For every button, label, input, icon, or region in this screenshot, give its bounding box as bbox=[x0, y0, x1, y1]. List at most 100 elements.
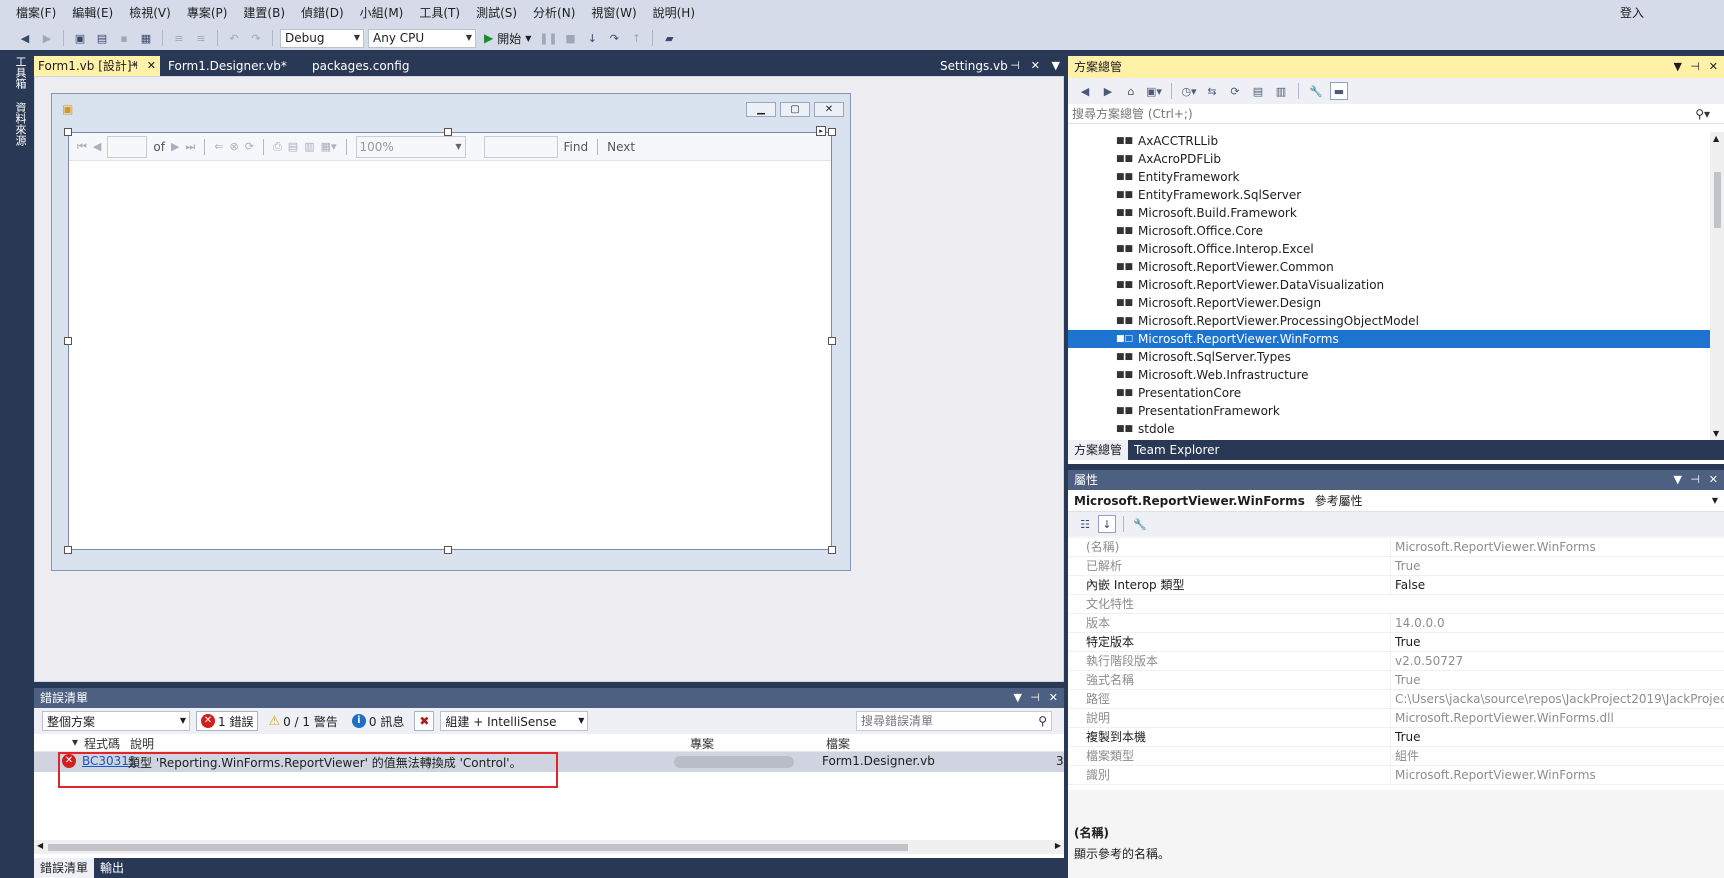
property-row[interactable]: 特定版本 True bbox=[1068, 633, 1724, 652]
filter-toggle-button[interactable]: ✖ bbox=[414, 711, 435, 731]
horizontal-scrollbar[interactable]: ◀ ▶ bbox=[34, 840, 1064, 854]
chevron-down-icon[interactable]: ▼ bbox=[1674, 470, 1682, 490]
find-text-input[interactable] bbox=[483, 135, 558, 158]
property-row[interactable]: 文化特性 bbox=[1068, 595, 1724, 614]
chevron-down-icon[interactable]: ▼ bbox=[1052, 56, 1060, 76]
tree-item[interactable]: ■■ EntityFramework.SqlServer bbox=[1068, 186, 1710, 204]
uncomment-icon[interactable]: ≡ bbox=[192, 29, 210, 47]
menu-edit[interactable]: 編輯(E) bbox=[64, 0, 121, 26]
resize-handle[interactable] bbox=[64, 546, 72, 554]
scroll-right-icon[interactable]: ▶ bbox=[1055, 841, 1061, 850]
build-filter-select[interactable]: 組建 + IntelliSense ▼ bbox=[440, 711, 589, 731]
next-page-icon[interactable]: ▶ bbox=[171, 140, 179, 153]
menu-project[interactable]: 專案(P) bbox=[179, 0, 236, 26]
tab-settings-vb[interactable]: Settings.vb ⊣ ✕ ▼ bbox=[936, 56, 1064, 76]
menu-file[interactable]: 檔案(F) bbox=[8, 0, 64, 26]
tree-item[interactable]: ■■ PresentationCore bbox=[1068, 384, 1710, 402]
wrench-icon[interactable]: 🔧 bbox=[1307, 82, 1325, 100]
error-search-input[interactable]: 搜尋錯誤清單 ⚲ bbox=[856, 711, 1052, 731]
tree-item[interactable]: ■■ Microsoft.ReportViewer.DataVisualizati… bbox=[1068, 276, 1710, 294]
next-link[interactable]: Next bbox=[607, 140, 635, 154]
tab-solution-explorer[interactable]: 方案總管 bbox=[1068, 440, 1129, 460]
back-icon[interactable]: ⇐ bbox=[214, 140, 223, 153]
warnings-filter-button[interactable]: ⚠ 0 / 1 警告 bbox=[264, 711, 341, 731]
column-file[interactable]: 檔案 bbox=[826, 735, 850, 752]
report-viewer-control[interactable]: ⏮ ◀ of ▶ ⏭ ⇐ ⊗ ⟳ ⎙ ▤ ▥ ▦▾ 100% ▼ Find Ne… bbox=[68, 132, 832, 550]
tree-item[interactable]: ■■ Microsoft.Office.Core bbox=[1068, 222, 1710, 240]
tree-item-selected[interactable]: ■□ Microsoft.ReportViewer.WinForms bbox=[1068, 330, 1710, 348]
toolbox-tab[interactable]: 工具箱 bbox=[10, 56, 28, 89]
menu-build[interactable]: 建置(B) bbox=[235, 0, 293, 26]
forward-icon[interactable]: ▶ bbox=[38, 29, 56, 47]
collapse-all-icon[interactable]: ▤ bbox=[1249, 82, 1267, 100]
tree-item[interactable]: ■■ Microsoft.SqlServer.Types bbox=[1068, 348, 1710, 366]
tree-item[interactable]: ■■ Microsoft.Web.Infrastructure bbox=[1068, 366, 1710, 384]
last-page-icon[interactable]: ⏭ bbox=[185, 140, 195, 154]
previous-page-icon[interactable]: ◀ bbox=[93, 140, 101, 153]
pin-icon[interactable]: ⊣ bbox=[1030, 688, 1040, 708]
comment-icon[interactable]: ≡ bbox=[170, 29, 188, 47]
back-icon[interactable]: ◀ bbox=[16, 29, 34, 47]
tree-item[interactable]: ■■ Microsoft.ReportViewer.ProcessingObjec… bbox=[1068, 312, 1710, 330]
property-row[interactable]: 執行階段版本 v2.0.50727 bbox=[1068, 652, 1724, 671]
find-icon[interactable]: ▰ bbox=[660, 29, 678, 47]
property-row[interactable]: 已解析 True bbox=[1068, 557, 1724, 576]
menu-analyze[interactable]: 分析(N) bbox=[525, 0, 583, 26]
tree-item[interactable]: ■■ Microsoft.ReportViewer.Design bbox=[1068, 294, 1710, 312]
back-icon[interactable]: ◀ bbox=[1076, 82, 1094, 100]
undo-icon[interactable]: ↶ bbox=[225, 29, 243, 47]
tab-packages-config[interactable]: packages.config bbox=[308, 56, 438, 76]
tab-error-list[interactable]: 錯誤清單 bbox=[34, 858, 95, 878]
first-page-icon[interactable]: ⏮ bbox=[77, 140, 87, 154]
home-icon[interactable]: ⌂ bbox=[1122, 82, 1140, 100]
tree-item[interactable]: ■■ AxAcroPDFLib bbox=[1068, 150, 1710, 168]
step-out-icon[interactable]: ↑ bbox=[627, 29, 645, 47]
new-project-icon[interactable]: ▣ bbox=[71, 29, 89, 47]
step-over-icon[interactable]: ↷ bbox=[605, 29, 623, 47]
property-row[interactable]: 檔案類型 組件 bbox=[1068, 747, 1724, 766]
property-row[interactable]: 路徑 C:\Users\jacka\source\repos\JackProjec… bbox=[1068, 690, 1724, 709]
tree-item[interactable]: ■■ Microsoft.ReportViewer.Common bbox=[1068, 258, 1710, 276]
table-row[interactable]: ✕ BC30311 類型 'Reporting.WinForms.ReportV… bbox=[34, 752, 1064, 772]
tree-item[interactable]: ■■ AxACCTRLLib bbox=[1068, 132, 1710, 150]
property-row[interactable]: 內嵌 Interop 類型 False bbox=[1068, 576, 1724, 595]
close-icon[interactable]: ✕ bbox=[1049, 688, 1058, 708]
close-icon[interactable]: ✕ bbox=[147, 56, 156, 76]
tab-form1-designer-vb[interactable]: Form1.Designer.vb* bbox=[164, 56, 304, 76]
property-row[interactable]: 複製到本機 True bbox=[1068, 728, 1724, 747]
column-project[interactable]: 專案 bbox=[690, 735, 714, 752]
menu-test[interactable]: 測試(S) bbox=[468, 0, 525, 26]
tree-item[interactable]: ■■ Microsoft.Office.Interop.Excel bbox=[1068, 240, 1710, 258]
errors-filter-button[interactable]: ✕ 1 錯誤 bbox=[196, 711, 259, 731]
solution-search-input[interactable]: 搜尋方案總管 (Ctrl+;) ⚲▾ bbox=[1068, 104, 1724, 124]
resize-handle[interactable] bbox=[444, 128, 452, 136]
tree-item[interactable]: ■■ EntityFramework bbox=[1068, 168, 1710, 186]
menu-debug[interactable]: 偵錯(D) bbox=[293, 0, 352, 26]
menu-team[interactable]: 小組(M) bbox=[352, 0, 412, 26]
tree-item[interactable]: ■■ stdole bbox=[1068, 420, 1710, 438]
page-number-input[interactable] bbox=[107, 135, 148, 158]
scroll-down-icon[interactable]: ▼ bbox=[1713, 429, 1719, 438]
pause-icon[interactable]: ❚❚ bbox=[539, 29, 557, 47]
pin-icon[interactable]: ⊣ bbox=[1690, 470, 1700, 490]
redo-icon[interactable]: ↷ bbox=[247, 29, 265, 47]
vertical-scrollbar[interactable]: ▲ ▼ bbox=[1710, 132, 1724, 440]
menu-tools[interactable]: 工具(T) bbox=[411, 0, 468, 26]
property-row[interactable]: 強式名稱 True bbox=[1068, 671, 1724, 690]
scroll-up-icon[interactable]: ▲ bbox=[1713, 134, 1719, 143]
wrench-icon[interactable]: 🔧 bbox=[1131, 515, 1149, 533]
forward-icon[interactable]: ▶ bbox=[1099, 82, 1117, 100]
sign-in-link[interactable]: 登入 bbox=[1620, 0, 1644, 26]
page-setup-icon[interactable]: ▥ bbox=[304, 140, 314, 153]
designed-form[interactable]: ▣ ▁ ▢ ✕ ⏮ ◀ of ▶ ⏭ ⇐ ⊗ ⟳ ⎙ ▤ ▥ ▦▾ 100% ▼… bbox=[51, 93, 851, 571]
pin-icon[interactable]: ⊣ bbox=[1010, 56, 1020, 76]
pin-icon[interactable]: ⊣ bbox=[128, 56, 138, 76]
print-icon[interactable]: ⎙ bbox=[273, 140, 282, 154]
chevron-down-icon[interactable]: ▼ bbox=[1674, 56, 1682, 78]
alphabetical-icon[interactable]: ↓ bbox=[1098, 515, 1116, 533]
open-file-icon[interactable]: ▤ bbox=[93, 29, 111, 47]
close-icon[interactable]: ✕ bbox=[1031, 56, 1040, 76]
stop-icon[interactable]: ⊗ bbox=[230, 140, 239, 153]
stop-icon[interactable]: ■ bbox=[561, 29, 579, 47]
tree-item[interactable]: ■■ PresentationFramework bbox=[1068, 402, 1710, 420]
